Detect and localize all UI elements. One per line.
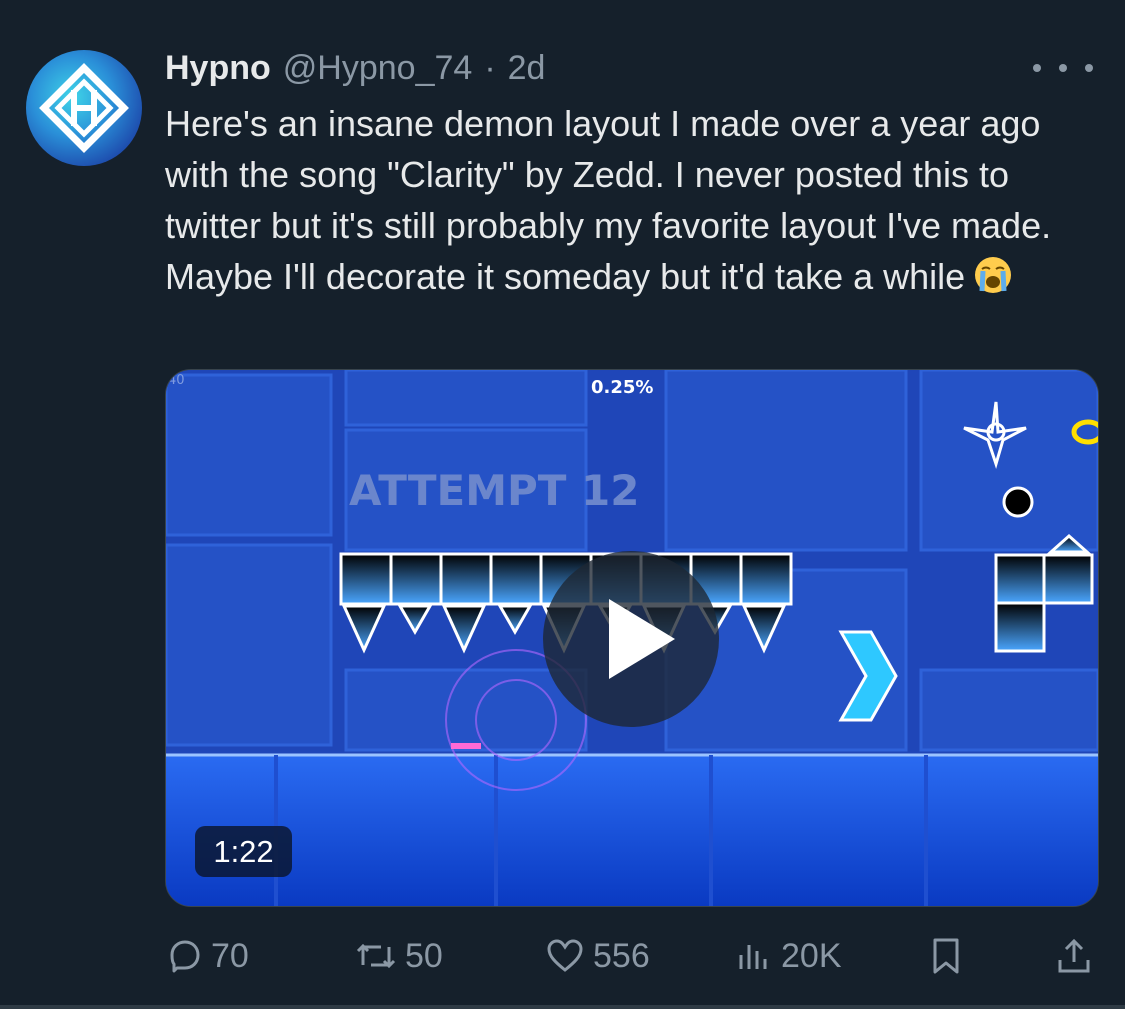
play-button[interactable] [543, 551, 719, 727]
bottom-divider [0, 1005, 1125, 1009]
like-count: 556 [593, 936, 650, 975]
view-count: 20K [781, 936, 842, 975]
bookmark-button[interactable] [928, 930, 964, 982]
separator-dot: · [484, 48, 496, 87]
corner-label: 40 [168, 373, 185, 388]
like-button[interactable]: 556 [545, 930, 650, 982]
reply-button[interactable]: 70 [165, 930, 249, 982]
author-handle[interactable]: @Hypno_74 [283, 49, 473, 88]
tweet-body: Here's an insane demon layout I made ove… [165, 103, 1052, 297]
reply-icon [165, 937, 203, 975]
author-avatar[interactable] [26, 50, 142, 166]
attempt-label: ATTEMPT 12 [349, 466, 640, 515]
video-player[interactable]: ATTEMPT 12 0.25% 40 1:22 [165, 369, 1099, 907]
share-button[interactable] [1055, 930, 1093, 982]
retweet-button[interactable]: 50 [355, 930, 443, 982]
author-name[interactable]: Hypno [165, 49, 271, 88]
more-options-icon[interactable] [1033, 50, 1093, 86]
bookmark-icon [928, 936, 964, 976]
retweet-count: 50 [405, 936, 443, 975]
share-icon [1055, 936, 1093, 976]
loudly-crying-face-emoji-icon [973, 255, 1013, 308]
retweet-icon [355, 937, 397, 975]
heart-icon [545, 937, 585, 975]
tweet-header: Hypno @Hypno_74 · 2d [165, 46, 545, 90]
tweet-text: Here's an insane demon layout I made ove… [165, 98, 1100, 308]
tweet-actions: 70 50 556 20K [165, 930, 1095, 982]
analytics-icon [735, 937, 773, 975]
views-button[interactable]: 20K [735, 930, 842, 982]
video-duration: 1:22 [195, 826, 292, 877]
tweet-timestamp[interactable]: 2d [508, 49, 546, 88]
reply-count: 70 [211, 936, 249, 975]
progress-label: 0.25% [591, 377, 653, 398]
